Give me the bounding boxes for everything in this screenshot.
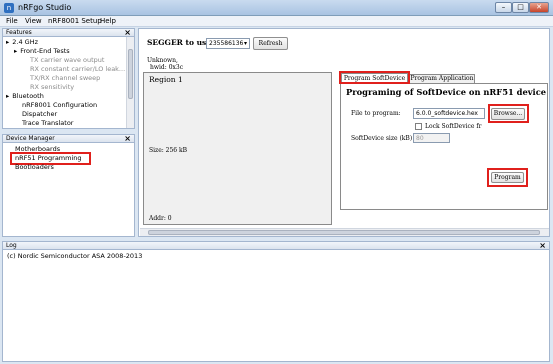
menu-nrf8001-setup[interactable]: nRF8001 Setup: [48, 16, 102, 27]
dropdown-chevron-icon: ▾: [243, 40, 247, 47]
log-panel-title: Log: [6, 242, 17, 249]
features-tree-item-label: 2.4 GHz: [12, 38, 39, 46]
features-tree-item-label: RX sensitivity: [30, 83, 75, 91]
features-tree: ▸ 2.4 GHz ▸ Front-End Tests TX carrier wave …: [2, 37, 135, 129]
features-tree-item-label: Trace Translator: [22, 119, 74, 127]
features-tree-item-label: Bluetooth: [12, 92, 44, 100]
device-info-line1: Unknown,: [147, 57, 178, 64]
features-tree-item-label: TX/RX channel sweep: [30, 74, 101, 82]
softdevice-size-field: 80: [413, 133, 450, 143]
features-tree-item-label: RX constant carrier/LO leak...: [30, 65, 126, 73]
maximize-button[interactable]: □: [512, 2, 529, 13]
program-highlight: [487, 168, 528, 187]
features-scrollbar[interactable]: [126, 37, 134, 128]
file-to-program-field[interactable]: 6.0.0_softdevice.hex: [413, 108, 485, 119]
features-scroll-thumb[interactable]: [128, 49, 133, 99]
features-tree-item-label: Dispatcher: [22, 110, 58, 118]
features-panel-header: Features ×: [2, 28, 135, 37]
menu-bar: File View nRF8001 Setup Help: [0, 16, 553, 27]
features-tree-item-label: TX carrier wave output: [30, 56, 105, 64]
log-close-icon[interactable]: ×: [539, 242, 546, 250]
expand-arrow-icon[interactable]: ▸: [6, 92, 9, 100]
menu-help[interactable]: Help: [100, 16, 116, 27]
main-hscroll-thumb[interactable]: [148, 230, 540, 235]
softdevice-size-label: SoftDevice size (kB): [351, 135, 413, 142]
browse-highlight: [488, 104, 529, 123]
device-info-line2: hwid: 0x3c: [150, 64, 184, 71]
window-close-button[interactable]: ✕: [529, 2, 549, 13]
features-panel-title: Features: [6, 29, 32, 36]
log-line: (c) Nordic Semiconductor ASA 2008-2013: [7, 252, 143, 260]
features-tree-item[interactable]: RX sensitivity: [30, 83, 74, 92]
features-tree-item[interactable]: ▸ 2.4 GHz: [6, 38, 38, 47]
features-tree-item[interactable]: TX carrier wave output: [30, 56, 104, 65]
softdevice-heading: Programing of SoftDevice on nRF51 device: [346, 87, 547, 97]
expand-arrow-icon[interactable]: ▸: [14, 47, 17, 55]
device-manager-list: Motherboards nRF51 Programming Bootloade…: [2, 143, 135, 237]
features-close-icon[interactable]: ×: [124, 29, 131, 37]
features-tree-item-label: nRF8001 Configuration: [22, 101, 98, 109]
memory-region-box: Region 1 Size: 256 kB Addr: 0: [143, 72, 332, 225]
lock-softdevice-label: Lock SoftDevice fr: [425, 123, 482, 130]
app-icon: n: [4, 3, 14, 13]
softdevice-tab-panel: Programing of SoftDevice on nRF51 device…: [340, 83, 548, 210]
window-titlebar: n nRFgo Studio – □ ✕: [0, 0, 553, 16]
features-tree-item[interactable]: TX/RX channel sweep: [30, 74, 100, 83]
features-tree-item-label: Front-End Tests: [20, 47, 70, 55]
device-item-bootloaders[interactable]: Bootloaders: [15, 163, 54, 172]
menu-view[interactable]: View: [25, 16, 42, 27]
log-panel-body: (c) Nordic Semiconductor ASA 2008-2013: [2, 250, 550, 362]
region-size: Size: 256 kB: [149, 147, 188, 154]
menu-file[interactable]: File: [6, 16, 18, 27]
segger-select-value: 235586136: [209, 40, 244, 47]
log-panel-header: Log ×: [2, 241, 550, 250]
features-tree-item[interactable]: Trace Translator: [22, 119, 73, 128]
device-manager-close-icon[interactable]: ×: [124, 135, 131, 143]
expand-arrow-icon[interactable]: ▸: [6, 38, 9, 46]
segger-label: SEGGER to use:: [147, 38, 214, 47]
tab-program-application[interactable]: Program Application: [409, 74, 475, 83]
file-to-program-label: File to program:: [351, 110, 401, 117]
features-tree-item[interactable]: Dispatcher: [22, 110, 57, 119]
region-title: Region 1: [149, 75, 183, 84]
features-tree-item[interactable]: ▸ Bluetooth: [6, 92, 44, 101]
tab-softdevice-highlight: [339, 71, 410, 84]
features-tree-item[interactable]: nRF8001 Configuration: [22, 101, 97, 110]
window-title: nRFgo Studio: [18, 3, 72, 12]
refresh-button[interactable]: Refresh: [253, 37, 288, 50]
device-info: Unknown, hwid: 0x3c: [147, 57, 183, 71]
main-content-area: SEGGER to use: 235586136 ▾ Refresh Unkno…: [138, 28, 550, 237]
minimize-button[interactable]: –: [495, 2, 512, 13]
main-horizontal-scrollbar[interactable]: [140, 228, 549, 236]
lock-softdevice-checkbox[interactable]: [415, 123, 422, 130]
device-manager-header: Device Manager ×: [2, 134, 135, 143]
segger-select[interactable]: 235586136 ▾: [206, 38, 250, 49]
device-manager-title: Device Manager: [6, 135, 55, 142]
features-tree-item[interactable]: RX constant carrier/LO leak...: [30, 65, 125, 74]
features-tree-item[interactable]: ▸ Front-End Tests: [14, 47, 70, 56]
region-addr: Addr: 0: [149, 215, 172, 222]
